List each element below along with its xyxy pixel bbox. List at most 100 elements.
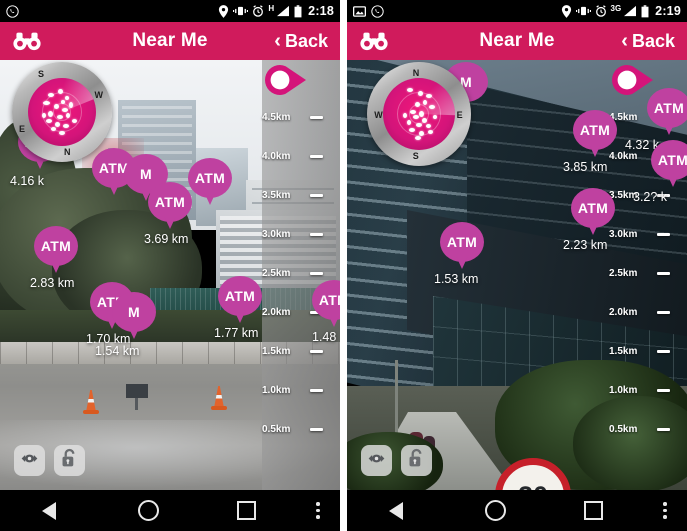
scale-tick-label: 2.5km	[609, 268, 638, 279]
scale-tick-label: 1.0km	[262, 385, 291, 396]
scale-tick-dash	[310, 272, 323, 275]
status-bar-right-icons: H 2:18	[218, 4, 334, 18]
alarm-icon	[252, 5, 264, 17]
network-type-label: 3G	[610, 3, 622, 13]
signal-icon	[276, 5, 290, 17]
scale-tick-label: 2.0km	[262, 307, 291, 318]
phone-screenshot-left: H 2:18 Near Me ‹ Back 4.5km 4.0km 3.5km …	[0, 0, 340, 531]
nav-overflow-dots-icon[interactable]	[296, 502, 340, 519]
app-bar: Near Me ‹ Back	[0, 22, 340, 60]
unlock-icon	[408, 448, 425, 473]
radar-compass[interactable]: N E S W	[367, 62, 471, 166]
nav-home-circle-icon[interactable]	[99, 500, 198, 521]
atm-distance-label: 1.77 km	[214, 326, 259, 340]
atm-marker[interactable]: ATM	[573, 110, 617, 162]
atm-marker[interactable]: ATM	[148, 182, 192, 234]
android-nav-bar	[347, 490, 687, 531]
scale-tick-dash	[310, 155, 323, 158]
camera-controls	[14, 445, 85, 476]
compass-cardinal-label: W	[374, 109, 383, 120]
binoculars-icon[interactable]	[359, 31, 389, 51]
compass-cardinal-label: W	[94, 90, 104, 100]
scale-tick-label: 2.0km	[609, 307, 638, 318]
nav-back-triangle-icon[interactable]	[347, 501, 446, 520]
scale-tick-label: 3.0km	[262, 229, 291, 240]
status-bar-left-icons	[353, 4, 384, 18]
back-button-label: Back	[284, 30, 328, 51]
back-button-label: Back	[631, 30, 675, 51]
compass-cardinal-label: N	[64, 147, 71, 157]
scale-tick-dash	[657, 311, 670, 314]
lock-toggle-button[interactable]	[54, 445, 85, 476]
atm-marker[interactable]: ATM	[218, 276, 262, 328]
scale-tick-dash	[310, 233, 323, 236]
status-bar-right-icons: 3G 2:19	[561, 4, 682, 18]
atm-distance-label: 1.48	[312, 330, 337, 344]
scale-tick-dash	[310, 389, 323, 392]
nav-overflow-dots-icon[interactable]	[643, 502, 687, 519]
atm-marker[interactable]: ATM	[647, 88, 687, 140]
atm-distance-label: 3.69 km	[144, 232, 189, 246]
location-icon	[561, 4, 572, 18]
scale-tick-label: 1.5km	[262, 346, 291, 357]
back-button[interactable]: ‹ Back	[621, 31, 675, 52]
scale-tick-dash	[310, 428, 323, 431]
atm-distance-label: 4.16 k	[10, 174, 45, 188]
android-nav-bar	[0, 490, 340, 531]
chevron-left-icon: ‹	[274, 30, 281, 52]
location-icon	[218, 4, 229, 18]
network-type-label: H	[268, 3, 275, 13]
scale-tick-dash	[657, 350, 670, 353]
toggle-view-button[interactable]	[14, 445, 45, 476]
nav-back-triangle-icon[interactable]	[0, 501, 99, 520]
scale-tick-label: 1.0km	[609, 385, 638, 396]
atm-distance-label: 3.2? k	[633, 190, 668, 204]
atm-marker[interactable]: M	[112, 292, 156, 344]
nav-recents-square-icon[interactable]	[544, 501, 643, 520]
battery-icon	[294, 4, 302, 18]
scale-tick-label: 3.5km	[262, 190, 291, 201]
vibrate-icon	[575, 5, 591, 17]
alarm-icon	[595, 5, 607, 17]
back-button[interactable]: ‹ Back	[274, 31, 328, 52]
scale-tick-label: 2.5km	[262, 268, 291, 279]
atm-marker[interactable]: ATM	[188, 158, 232, 210]
radar-compass[interactable]: S W N E	[12, 62, 112, 162]
scale-tick-dash	[657, 233, 670, 236]
binoculars-icon[interactable]	[12, 31, 42, 51]
scale-tick-dash	[657, 389, 670, 392]
atm-distance-label: 1.54 km	[95, 344, 140, 358]
nav-home-circle-icon[interactable]	[446, 500, 545, 521]
scale-tick-label: 4.0km	[262, 151, 291, 162]
screenshot-stage: H 2:18 Near Me ‹ Back 4.5km 4.0km 3.5km …	[0, 0, 687, 531]
phone-screenshot-right: 3G 2:19 Near Me ‹ Back 4.5km 4.0km 3.5km…	[347, 0, 687, 531]
atm-marker[interactable]: ATM	[34, 226, 78, 278]
scale-tick-label: 1.5km	[609, 346, 638, 357]
atm-marker[interactable]: ATM	[440, 222, 484, 274]
scale-tick-dash	[310, 350, 323, 353]
scale-tick-dash	[310, 194, 323, 197]
status-bar: 3G 2:19	[347, 0, 687, 22]
radar-screen	[383, 78, 455, 150]
compass-cardinal-label: E	[456, 109, 463, 120]
battery-icon	[641, 4, 649, 18]
compass-cardinal-label: S	[412, 150, 419, 161]
compass-cardinal-label: E	[19, 124, 26, 134]
compass-cardinal-label: N	[412, 68, 420, 79]
status-bar: H 2:18	[0, 0, 340, 22]
whatsapp-icon	[371, 4, 384, 18]
unlock-icon	[61, 448, 78, 473]
atm-distance-label: 2.83 km	[30, 276, 75, 290]
scale-tick-label: 3.0km	[609, 229, 638, 240]
nav-recents-square-icon[interactable]	[197, 501, 296, 520]
atm-distance-label: 1.53 km	[434, 272, 479, 286]
eye-direction-icon	[366, 452, 387, 470]
toggle-view-button[interactable]	[361, 445, 392, 476]
atm-marker[interactable]: ATM	[312, 280, 340, 332]
ar-camera-view[interactable]: 20 4.5km 4.0km 3.5km 3.0km 2.5km 2.0km 1…	[347, 60, 687, 490]
lock-toggle-button[interactable]	[401, 445, 432, 476]
ar-camera-view[interactable]: 4.5km 4.0km 3.5km 3.0km 2.5km 2.0km 1.5k…	[0, 60, 340, 490]
atm-marker[interactable]: ATM	[651, 140, 687, 192]
atm-marker[interactable]: ATM	[571, 188, 615, 240]
eye-direction-icon	[19, 452, 40, 470]
